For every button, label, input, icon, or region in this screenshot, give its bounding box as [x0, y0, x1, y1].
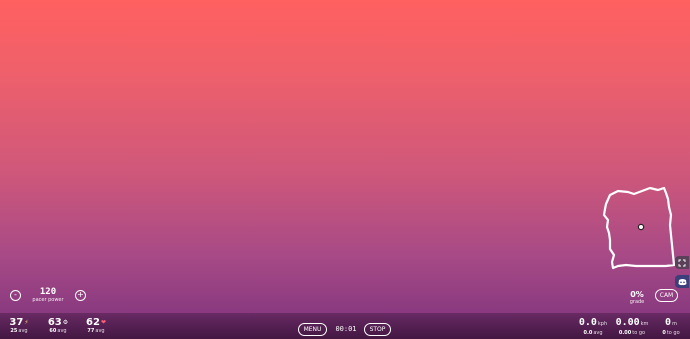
heart-icon: ❤	[100, 319, 106, 326]
gear-icon: ⚙	[62, 319, 69, 326]
speed-unit: kph	[597, 321, 608, 327]
pacer-power-label: pacer power	[32, 297, 64, 303]
speed-avg-value: 0.0	[583, 330, 593, 336]
power-metric: 37⚡ 25avg	[6, 317, 32, 335]
cadence-value: 63	[47, 317, 62, 328]
elevation-metric: 0m 0to go	[658, 317, 684, 337]
power-avg-label: avg	[18, 328, 28, 334]
map-position-icon	[637, 223, 645, 231]
grade-label: grade	[629, 299, 645, 305]
camera-button[interactable]: CAM	[655, 289, 678, 302]
heart-rate-metric: 62❤ 77avg	[82, 317, 110, 335]
discord-button[interactable]	[675, 275, 689, 288]
stop-button[interactable]: STOP	[364, 323, 391, 336]
heart-rate-value: 62	[86, 317, 100, 328]
elevation-value: 0	[665, 317, 672, 328]
grade-value: 0%	[630, 290, 644, 299]
fullscreen-icon	[678, 259, 686, 266]
pacer-power-value: 120	[39, 287, 57, 297]
cadence-avg-label: avg	[57, 328, 67, 334]
route-map	[602, 186, 676, 270]
menu-button[interactable]: MENU	[298, 323, 327, 336]
speed-avg-label: avg	[593, 330, 603, 336]
distance-metric: 0.00km 0.00to go	[612, 317, 652, 337]
elapsed-timer: 00:01	[335, 325, 357, 333]
elevation-togo-value: 0	[662, 330, 666, 336]
heart-rate-avg-value: 77	[87, 328, 95, 334]
distance-togo-value: 0.00	[618, 330, 632, 336]
fullscreen-button[interactable]	[675, 256, 689, 269]
pacer-decrease-button[interactable]: -	[10, 289, 21, 301]
heart-rate-avg-label: avg	[95, 328, 105, 334]
pacer-increase-button[interactable]: +	[75, 289, 86, 301]
power-value: 37	[9, 317, 24, 328]
distance-value: 0.00	[615, 317, 640, 328]
discord-icon	[678, 278, 686, 285]
cadence-metric: 63⚙ 60avg	[44, 317, 72, 335]
elevation-togo-label: to go	[666, 330, 680, 336]
speed-metric: 0.0kph 0.0avg	[576, 317, 610, 337]
elevation-unit: m	[672, 321, 677, 327]
pacer-readout: 120 pacer power	[25, 287, 71, 303]
power-avg-value: 25	[10, 328, 18, 334]
distance-unit: km	[640, 321, 649, 327]
distance-togo-label: to go	[632, 330, 646, 336]
pacer-control: - 120 pacer power +	[10, 287, 86, 303]
speed-value: 0.0	[578, 317, 597, 328]
cadence-avg-value: 60	[49, 328, 57, 334]
lightning-icon: ⚡	[24, 319, 29, 326]
grade-readout: 0% grade	[626, 290, 648, 305]
